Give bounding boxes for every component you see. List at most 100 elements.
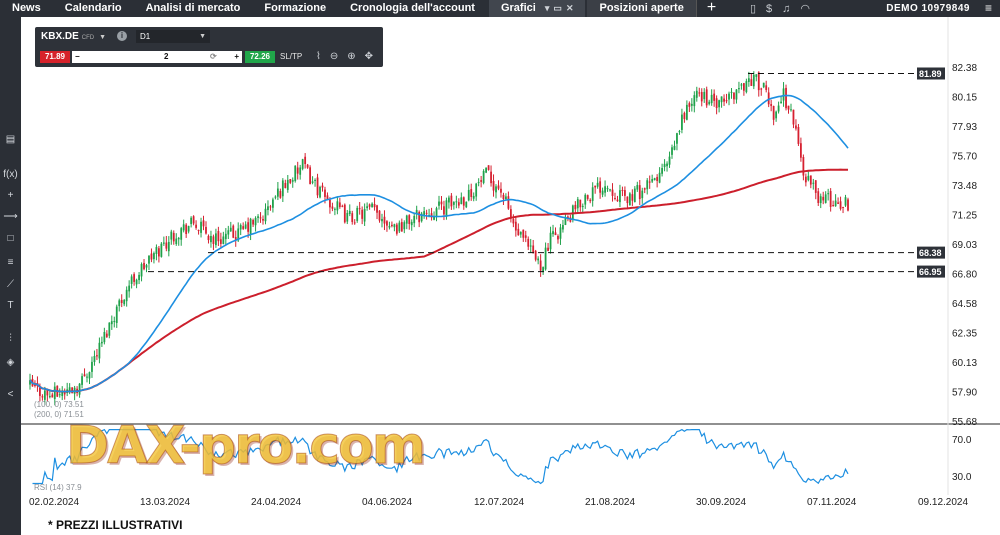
candle-body	[757, 72, 760, 91]
candle-body	[671, 147, 673, 155]
candle	[755, 74, 758, 82]
quantity-stepper[interactable]: − 2 ⟳ +	[72, 51, 242, 63]
price-level-label: 81.89	[919, 69, 942, 79]
candle	[443, 200, 445, 221]
candle	[601, 187, 604, 198]
candle	[688, 101, 691, 113]
candle	[162, 236, 165, 246]
candle	[770, 99, 773, 112]
tab-charts[interactable]: Grafici ▾ ▭ ✕	[488, 0, 586, 17]
candle	[782, 82, 785, 107]
cycle-icon[interactable]: ⟳	[210, 51, 217, 63]
zoom-out-icon[interactable]: ⊖	[330, 51, 338, 62]
candle-body	[249, 218, 252, 235]
candle-body	[596, 182, 599, 187]
text-icon[interactable]: T	[0, 300, 21, 311]
candle	[765, 80, 768, 93]
fibonacci-icon[interactable]: ≡	[0, 257, 21, 268]
candle-body	[304, 156, 307, 165]
zoom-in-icon[interactable]: ⊕	[347, 51, 355, 62]
candle	[750, 73, 753, 86]
candle	[205, 221, 207, 235]
layers-icon[interactable]: ◈	[0, 357, 21, 368]
candle	[720, 96, 723, 108]
chevron-down-icon[interactable]: ▾	[545, 0, 550, 17]
share-icon[interactable]: <	[0, 389, 21, 400]
nav-news[interactable]: News	[0, 0, 53, 17]
notification-icon[interactable]: ♫	[782, 3, 790, 15]
candle	[118, 298, 121, 312]
candle-body	[81, 376, 83, 385]
buy-button[interactable]: 72.26	[245, 51, 275, 63]
candle-body	[165, 242, 168, 249]
candle	[200, 217, 202, 238]
candle-body	[485, 167, 487, 173]
chart-type-icon[interactable]: ⌇	[316, 51, 321, 62]
function-icon[interactable]: f(x)	[0, 169, 21, 180]
crosshair-icon[interactable]: +	[0, 190, 21, 201]
candle	[234, 230, 237, 247]
panel-icon[interactable]: ▤	[0, 134, 21, 145]
nav-education[interactable]: Formazione	[252, 0, 338, 17]
candle-body	[96, 355, 98, 357]
candle-body	[267, 206, 269, 210]
candle	[628, 192, 631, 206]
candle	[207, 234, 210, 244]
candle	[631, 189, 634, 206]
nav-account-history[interactable]: Cronologia dell'account	[338, 0, 487, 17]
candle-body	[403, 222, 406, 230]
candle-body	[138, 274, 140, 281]
candle	[86, 373, 88, 383]
price-tick-label: 55.68	[952, 417, 977, 428]
candle-body	[110, 321, 113, 325]
magnet-icon[interactable]: ⫶	[0, 333, 21, 344]
tab-open-positions[interactable]: Posizioni aperte	[587, 0, 696, 17]
rectangle-icon[interactable]: □	[0, 233, 21, 244]
candle-body	[400, 222, 403, 232]
chart-tools: ⌇ ⊖ ⊕ ✥	[316, 51, 373, 62]
window-icon[interactable]: ▭	[553, 0, 562, 17]
sltp-button[interactable]: SL/TP	[280, 52, 302, 61]
candle	[554, 227, 557, 236]
candle	[73, 385, 76, 401]
menu-icon[interactable]: ≡	[985, 0, 992, 17]
account-label[interactable]: DEMO 10979849	[886, 0, 970, 17]
candle-body	[123, 300, 126, 305]
close-icon[interactable]: ✕	[566, 0, 574, 17]
candle	[395, 222, 398, 236]
candle-body	[155, 247, 158, 254]
quantity-value[interactable]: 2	[164, 51, 168, 63]
line-tool-icon[interactable]: ⟶	[0, 211, 21, 222]
add-tab-button[interactable]: +	[695, 0, 726, 17]
candle	[338, 197, 341, 209]
timeframe-selector[interactable]: D1 ▼	[136, 30, 210, 43]
candle-body	[86, 376, 88, 378]
currency-icon[interactable]: $	[766, 3, 772, 15]
increase-button[interactable]: +	[234, 51, 239, 63]
decrease-button[interactable]: −	[75, 51, 80, 63]
candle	[574, 201, 577, 213]
candle	[648, 175, 651, 189]
candle	[408, 214, 411, 230]
nav-calendar[interactable]: Calendario	[53, 0, 134, 17]
candle	[507, 191, 510, 210]
info-icon[interactable]: i	[117, 31, 127, 41]
candle	[609, 188, 611, 192]
candle	[653, 177, 656, 181]
candle	[418, 210, 421, 228]
candle	[465, 201, 468, 209]
candle	[762, 82, 765, 89]
candles	[29, 71, 849, 406]
candle	[381, 213, 383, 228]
status-icons: ▯ $ ♫ ◠	[750, 0, 810, 17]
candle-body	[217, 230, 220, 242]
candle	[182, 219, 185, 233]
nav-market-analysis[interactable]: Analisi di mercato	[134, 0, 253, 17]
sell-button[interactable]: 71.89	[40, 51, 70, 63]
move-icon[interactable]: ✥	[365, 51, 373, 62]
layout-icon[interactable]: ▯	[750, 2, 756, 15]
candle	[837, 197, 839, 205]
gann-icon[interactable]: ⟋	[0, 279, 21, 290]
candle	[232, 224, 235, 239]
symbol-selector[interactable]: KBX.DE CFD ▼	[41, 31, 106, 42]
